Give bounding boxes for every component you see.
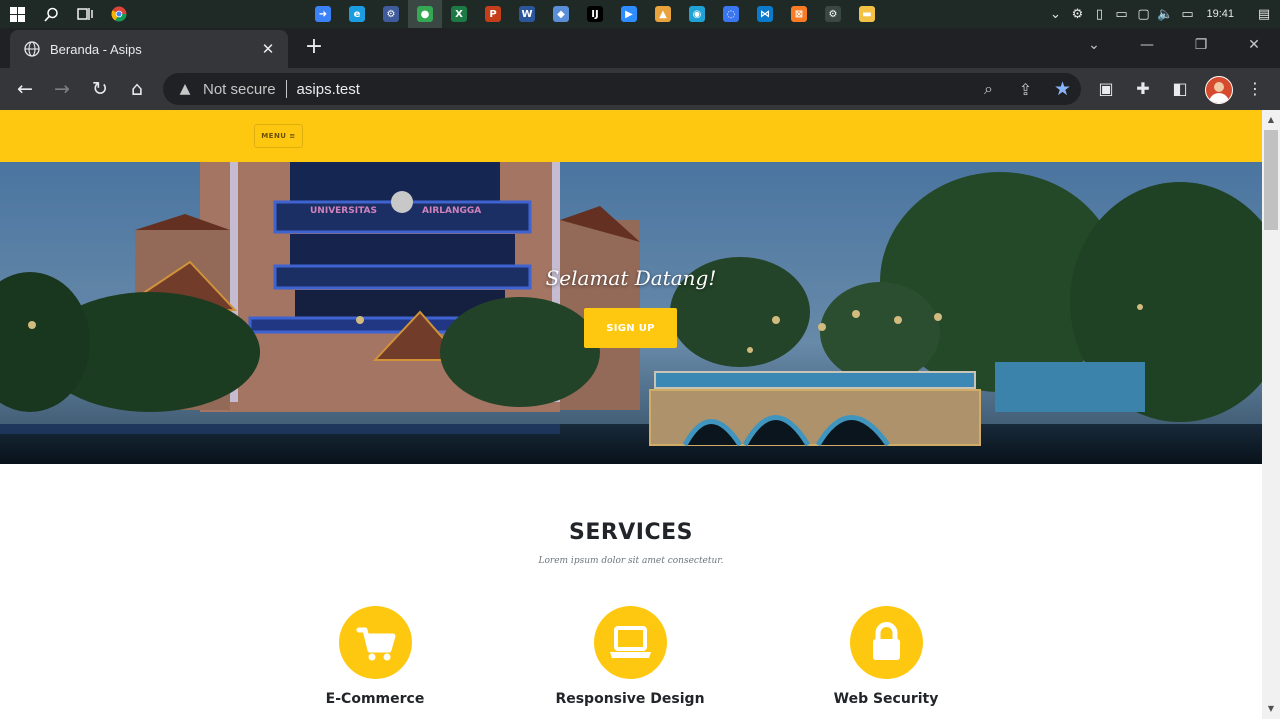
shield-app-icon-glyph: ◆	[553, 6, 569, 22]
word-icon-glyph: W	[519, 6, 535, 22]
drive-app-icon-glyph: ▲	[655, 6, 671, 22]
services-heading: SERVICES	[568, 520, 694, 545]
extensions-puzzle-icon[interactable]: ✚	[1129, 75, 1157, 103]
browser-tab[interactable]: Beranda - Asips ✕	[10, 30, 288, 68]
service-title: E-Commerce	[325, 691, 425, 707]
network-icon[interactable]: ▭	[1110, 0, 1132, 28]
extension-line-icon[interactable]: ▣	[1092, 75, 1120, 103]
clock[interactable]: 19:41	[1198, 8, 1248, 20]
restore-button[interactable]: ❐	[1175, 28, 1227, 62]
edge-icon[interactable]: e	[340, 0, 374, 28]
xampp-icon[interactable]: ⊠	[782, 0, 816, 28]
tab-title: Beranda - Asips	[50, 41, 142, 57]
share-icon[interactable]: ⇪	[1007, 80, 1044, 99]
windows-logo-icon[interactable]	[0, 0, 34, 28]
laptop-icon	[593, 606, 667, 679]
chrome-pinned-icon[interactable]	[102, 0, 136, 28]
signal-app-icon-glyph: ◌	[723, 6, 739, 22]
bookmark-star-icon[interactable]: ★	[1044, 78, 1081, 100]
globe-app-icon[interactable]: ◉	[680, 0, 714, 28]
excel-icon-glyph: X	[451, 6, 467, 22]
services-subheading: Lorem ipsum dolor sit amet consectetur.	[538, 556, 724, 566]
signal-app-icon[interactable]: ◌	[714, 0, 748, 28]
windows-taskbar: ➜ e ⚙ ● X P W ◆ IJ ▶ ▲ ◉ ◌ ⋈ ⊠ ⚙ ▬ ⌄ ⚙ ▯ ▭ ▢ 🔈 ▭ 19:41 ▤	[0, 0, 1280, 28]
new-tab-button[interactable]: +	[302, 36, 326, 60]
arrow-app-icon[interactable]: ➜	[306, 0, 340, 28]
excel-icon[interactable]: X	[442, 0, 476, 28]
word-icon[interactable]: W	[510, 0, 544, 28]
task-view-icon[interactable]	[68, 0, 102, 28]
reload-button[interactable]: ↻	[86, 75, 114, 103]
search-icon[interactable]	[34, 0, 68, 28]
service-ecommerce: E-Commerce	[250, 606, 500, 707]
service-title: Web Security	[833, 691, 939, 707]
chevron-up-icon[interactable]: ⌄	[1044, 0, 1066, 28]
close-window-button[interactable]: ✕	[1228, 28, 1280, 62]
scroll-down-arrow-icon[interactable]: ▼	[1262, 701, 1280, 717]
powerpoint-icon[interactable]: P	[476, 0, 510, 28]
profile-avatar[interactable]	[1205, 76, 1233, 104]
site-navbar: MENU ≡	[0, 110, 1262, 162]
zoom-icon-glyph: ▶	[621, 6, 637, 22]
settings-tray-icon[interactable]: ⚙	[1066, 0, 1088, 28]
lock-icon	[849, 606, 923, 679]
security-label[interactable]: Not secure	[203, 81, 276, 98]
speaker-icon[interactable]: 🔈	[1154, 0, 1176, 28]
hero-section: UNIVERSITAS AIRLANGGA Selamat Datang! SI…	[0, 162, 1262, 464]
vscode-icon-glyph: ⋈	[757, 6, 773, 22]
url-text[interactable]: asips.test	[297, 81, 970, 98]
battery-icon[interactable]: ▭	[1176, 0, 1198, 28]
intellij-icon-glyph: IJ	[587, 6, 603, 22]
intellij-icon[interactable]: IJ	[578, 0, 612, 28]
minimize-button[interactable]: —	[1121, 28, 1173, 62]
folder-app-icon-glyph: ▬	[859, 6, 875, 22]
powerpoint-icon-glyph: P	[485, 6, 501, 22]
side-panel-icon[interactable]: ◧	[1166, 75, 1194, 103]
service-web-security: Web Security	[761, 606, 1011, 707]
edge-icon-glyph: e	[349, 6, 365, 22]
folder-app-icon[interactable]: ▬	[850, 0, 884, 28]
menu-toggle-button[interactable]: MENU ≡	[254, 124, 303, 148]
chrome-icon-glyph: ●	[417, 6, 433, 22]
scrollbar-thumb[interactable]	[1264, 130, 1278, 230]
gear-app-icon-glyph: ⚙	[825, 6, 841, 22]
usb-icon[interactable]: ▯	[1088, 0, 1110, 28]
shield-app-icon[interactable]: ◆	[544, 0, 578, 28]
browser-toolbar: ← → ↻ ⌂ ▲ Not secure asips.test ⌕ ⇪ ★ ▣ …	[0, 68, 1280, 110]
taskbar-app-list: ➜ e ⚙ ● X P W ◆ IJ ▶ ▲ ◉ ◌ ⋈ ⊠ ⚙ ▬	[306, 0, 884, 28]
vscode-icon[interactable]: ⋈	[748, 0, 782, 28]
chrome-icon[interactable]: ●	[408, 0, 442, 28]
signup-button[interactable]: SIGN UP	[584, 308, 677, 348]
settings-app-icon[interactable]: ⚙	[374, 0, 408, 28]
globe-icon	[24, 41, 40, 57]
notification-icon[interactable]: ▤	[1248, 0, 1280, 28]
settings-app-icon-glyph: ⚙	[383, 6, 399, 22]
tab-search-icon[interactable]: ⌄	[1068, 28, 1120, 62]
system-tray: ⌄ ⚙ ▯ ▭ ▢ 🔈 ▭ 19:41 ▤	[1044, 0, 1280, 28]
display-icon[interactable]: ▢	[1132, 0, 1154, 28]
warning-icon[interactable]: ▲	[177, 81, 193, 97]
tab-strip: Beranda - Asips ✕ + ⌄ — ❐ ✕	[0, 28, 1280, 68]
home-button[interactable]: ⌂	[123, 75, 151, 103]
back-button[interactable]: ←	[11, 75, 39, 103]
zoom-icon[interactable]: ▶	[612, 0, 646, 28]
forward-button[interactable]: →	[48, 75, 76, 103]
address-bar[interactable]: ▲ Not secure asips.test ⌕ ⇪ ★	[163, 73, 1081, 105]
hero-lead-text: Selamat Datang!	[545, 266, 717, 290]
gear-app-icon[interactable]: ⚙	[816, 0, 850, 28]
service-title: Responsive Design	[555, 691, 705, 707]
omnibox-divider	[285, 80, 287, 98]
close-tab-icon[interactable]: ✕	[258, 40, 278, 58]
zoom-icon[interactable]: ⌕	[970, 79, 1007, 99]
service-responsive-design: Responsive Design	[505, 606, 755, 707]
shopping-cart-icon	[338, 606, 412, 679]
more-menu-icon[interactable]: ⋮	[1241, 75, 1269, 103]
page-scrollbar[interactable]: ▲ ▼	[1262, 110, 1280, 719]
arrow-app-icon-glyph: ➜	[315, 6, 331, 22]
globe-app-icon-glyph: ◉	[689, 6, 705, 22]
drive-app-icon[interactable]: ▲	[646, 0, 680, 28]
page-viewport: MENU ≡ UNIVERSITAS AIRLANGGA Selamat Dat…	[0, 110, 1262, 719]
scroll-up-arrow-icon[interactable]: ▲	[1262, 112, 1280, 128]
xampp-icon-glyph: ⊠	[791, 6, 807, 22]
